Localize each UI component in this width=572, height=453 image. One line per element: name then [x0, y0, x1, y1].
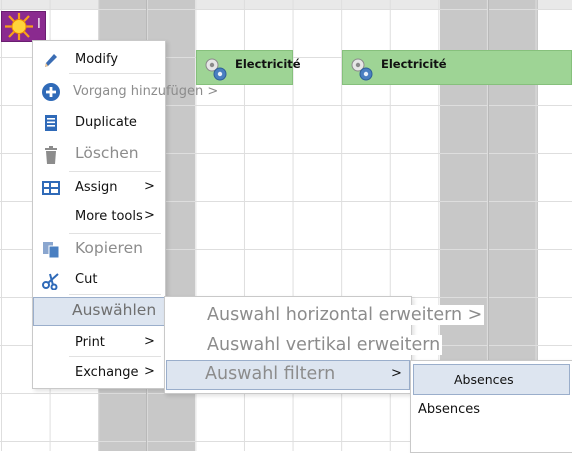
menu-separator — [69, 356, 161, 357]
add-circle-icon — [42, 83, 60, 101]
scissors-icon — [42, 273, 59, 290]
submenu-item-extend-vertical[interactable]: Auswahl vertikal erweitern — [205, 335, 443, 355]
resource-badge[interactable]: I — [1, 11, 46, 42]
trash-icon — [45, 146, 57, 164]
menu-item-label: More tools — [75, 209, 143, 224]
filter-item-absences-highlighted[interactable]: Absences — [413, 364, 570, 395]
submenu-arrow-icon: > — [144, 208, 155, 223]
submenu-item-extend-horizontal[interactable]: Auswahl horizontal erweitern > — [205, 305, 485, 325]
menu-separator — [69, 294, 161, 295]
menu-item-label: Exchange — [75, 365, 139, 380]
context-menu: Modify Vorgang hinzufügen > Duplicate Lö… — [32, 40, 218, 389]
submenu-arrow-icon: > — [144, 334, 155, 349]
menu-item-label: Cut — [75, 272, 98, 287]
task-settings-icon — [351, 58, 373, 81]
filter-item-label: Absences — [454, 372, 514, 387]
submenu-item-filter-selection[interactable]: Auswahl filtern > — [166, 360, 410, 390]
sun-icon — [5, 13, 33, 40]
pencil-icon — [45, 54, 57, 67]
task-bar[interactable]: Electricité — [196, 50, 301, 85]
task-label: Electricité — [381, 57, 447, 71]
menu-item-copy[interactable]: Kopieren — [33, 235, 165, 264]
grid-icon — [42, 181, 60, 195]
menu-separator — [69, 233, 161, 234]
menu-item-delete[interactable]: Löschen — [33, 140, 165, 169]
menu-item-select[interactable]: Auswählen — [33, 297, 165, 326]
menu-item-label: Modify — [75, 52, 119, 67]
menu-item-label: Kopieren — [75, 239, 143, 257]
menu-item-more-tools[interactable]: More tools > — [33, 202, 165, 231]
menu-item-print[interactable]: Print > — [33, 328, 165, 357]
menu-separator — [69, 171, 161, 172]
menu-item-assign[interactable]: Assign > — [33, 173, 165, 202]
menu-separator — [69, 73, 161, 74]
menu-item-duplicate[interactable]: Duplicate — [33, 108, 165, 137]
select-submenu: Auswahl horizontal erweitern > Auswahl v… — [164, 296, 485, 394]
menu-item-label: Print — [75, 335, 105, 350]
menu-item-label: Vorgang hinzufügen > — [73, 84, 219, 99]
task-label: Electricité — [235, 57, 301, 71]
submenu-arrow-icon: > — [144, 364, 155, 379]
resource-badge-letter: I — [37, 17, 41, 32]
menu-item-modify[interactable]: Modify — [33, 45, 165, 74]
filter-submenu: Absences Absences — [410, 360, 572, 453]
copy-icon — [43, 242, 60, 259]
task-bar[interactable]: Electricité — [342, 50, 572, 85]
submenu-item-label: Auswahl filtern — [205, 364, 336, 384]
menu-item-label: Duplicate — [75, 115, 137, 130]
filter-item-absences[interactable]: Absences — [418, 402, 480, 417]
submenu-arrow-icon: > — [144, 179, 155, 194]
menu-item-label: Löschen — [75, 144, 139, 162]
menu-item-cut[interactable]: Cut — [33, 265, 165, 294]
document-icon — [45, 115, 57, 131]
submenu-arrow-icon: > — [391, 366, 402, 381]
menu-item-add-task[interactable]: Vorgang hinzufügen > — [33, 77, 218, 106]
menu-item-label: Assign — [75, 180, 118, 195]
task-settings-icon — [205, 58, 227, 81]
menu-item-exchange[interactable]: Exchange > — [33, 358, 165, 387]
menu-item-label: Auswählen — [72, 301, 157, 319]
